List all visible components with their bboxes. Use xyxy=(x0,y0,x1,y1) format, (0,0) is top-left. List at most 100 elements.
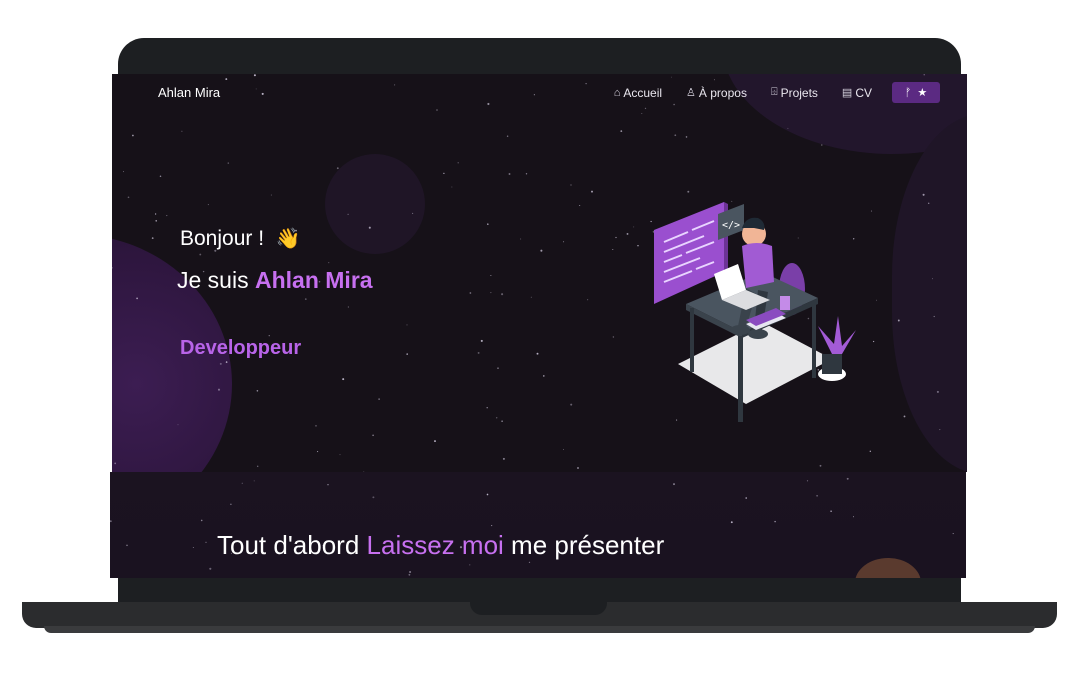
star xyxy=(270,194,272,196)
star xyxy=(530,296,532,298)
star xyxy=(927,202,930,205)
star xyxy=(540,249,543,252)
star xyxy=(685,136,688,138)
star xyxy=(132,134,134,137)
star xyxy=(347,306,349,308)
star xyxy=(501,420,503,423)
star xyxy=(922,193,925,196)
star xyxy=(451,186,453,188)
star xyxy=(674,134,677,137)
star xyxy=(192,546,194,548)
star xyxy=(508,173,511,175)
star xyxy=(477,351,480,354)
star xyxy=(520,238,522,240)
nav-item-label: CV xyxy=(855,85,872,100)
star xyxy=(166,215,168,217)
star xyxy=(256,465,259,468)
navbar: ⌂ Accueil ♙ À propos ⌹ Projets ▤ CV ᚠ ★ xyxy=(590,82,940,103)
star xyxy=(155,220,157,222)
star xyxy=(255,88,257,90)
star xyxy=(486,493,489,496)
nav-item-cv[interactable]: ▤ CV xyxy=(842,86,872,100)
star xyxy=(154,213,157,215)
star xyxy=(205,541,207,543)
star xyxy=(525,173,528,175)
star xyxy=(490,275,492,276)
star xyxy=(563,448,564,450)
star xyxy=(315,425,317,427)
star xyxy=(869,450,871,452)
star xyxy=(123,171,124,173)
star xyxy=(317,451,319,453)
star xyxy=(372,496,375,499)
about-accent: Laissez moi xyxy=(366,530,504,560)
star xyxy=(256,390,259,392)
intro-prefix: Je suis xyxy=(177,267,249,293)
star xyxy=(136,297,138,300)
star xyxy=(469,564,471,566)
star xyxy=(933,315,935,318)
star xyxy=(591,190,593,193)
star xyxy=(852,516,855,518)
star xyxy=(819,464,822,467)
star xyxy=(506,135,509,138)
star xyxy=(633,226,635,228)
fork-icon: ᚠ xyxy=(904,86,912,99)
star xyxy=(406,324,408,326)
star xyxy=(230,503,232,506)
star xyxy=(687,190,690,193)
nav-item-projets[interactable]: ⌹ Projets xyxy=(771,86,818,100)
star xyxy=(641,113,643,115)
github-star-button[interactable]: ᚠ ★ xyxy=(892,82,940,103)
nav-item-accueil[interactable]: ⌂ Accueil xyxy=(614,86,662,100)
nav-item-label: Accueil xyxy=(623,85,663,100)
nav-item-label: Projets xyxy=(780,85,818,100)
about-heading: Tout d'abord Laissez moi me présenter xyxy=(217,530,664,561)
star xyxy=(253,74,256,77)
star xyxy=(225,78,228,81)
star xyxy=(227,162,230,164)
star xyxy=(713,79,715,81)
star xyxy=(127,196,130,199)
star xyxy=(533,94,535,96)
website-hero-screen: Ahlan Mira ⌂ Accueil ♙ À propos ⌹ Projet… xyxy=(112,74,967,472)
star xyxy=(730,521,733,524)
star-icon: ★ xyxy=(917,87,928,99)
star xyxy=(923,74,925,76)
laptop-base-edge xyxy=(44,626,1035,633)
star xyxy=(570,184,572,186)
star xyxy=(587,299,589,301)
star xyxy=(579,204,581,207)
star xyxy=(952,533,954,535)
brand-logo[interactable]: Ahlan Mira xyxy=(158,85,220,100)
star xyxy=(577,467,579,469)
star xyxy=(159,175,162,177)
intro-heading: Je suis Ahlan Mira xyxy=(177,267,373,294)
star xyxy=(112,267,113,269)
star xyxy=(612,336,615,338)
star xyxy=(774,520,776,523)
star xyxy=(241,482,243,484)
projects-icon: ⌹ xyxy=(770,86,778,98)
about-section: Tout d'abord Laissez moi me présenter xyxy=(110,472,966,578)
star xyxy=(378,398,380,400)
star xyxy=(219,362,222,365)
star xyxy=(328,262,330,264)
greeting-heading: Bonjour ! 👋 xyxy=(180,226,301,251)
star xyxy=(261,92,264,95)
star xyxy=(443,172,445,175)
star xyxy=(347,213,349,216)
star xyxy=(217,388,221,391)
star xyxy=(542,375,545,377)
star xyxy=(626,232,629,235)
star xyxy=(487,102,490,106)
star xyxy=(491,525,493,527)
about-suffix: me présenter xyxy=(511,530,665,560)
star xyxy=(177,424,179,426)
nav-item-a-propos[interactable]: ♙ À propos xyxy=(686,86,747,100)
star xyxy=(939,429,941,431)
star xyxy=(480,339,483,342)
star xyxy=(486,406,488,409)
star xyxy=(787,127,789,129)
about-prefix: Tout d'abord xyxy=(217,530,360,560)
